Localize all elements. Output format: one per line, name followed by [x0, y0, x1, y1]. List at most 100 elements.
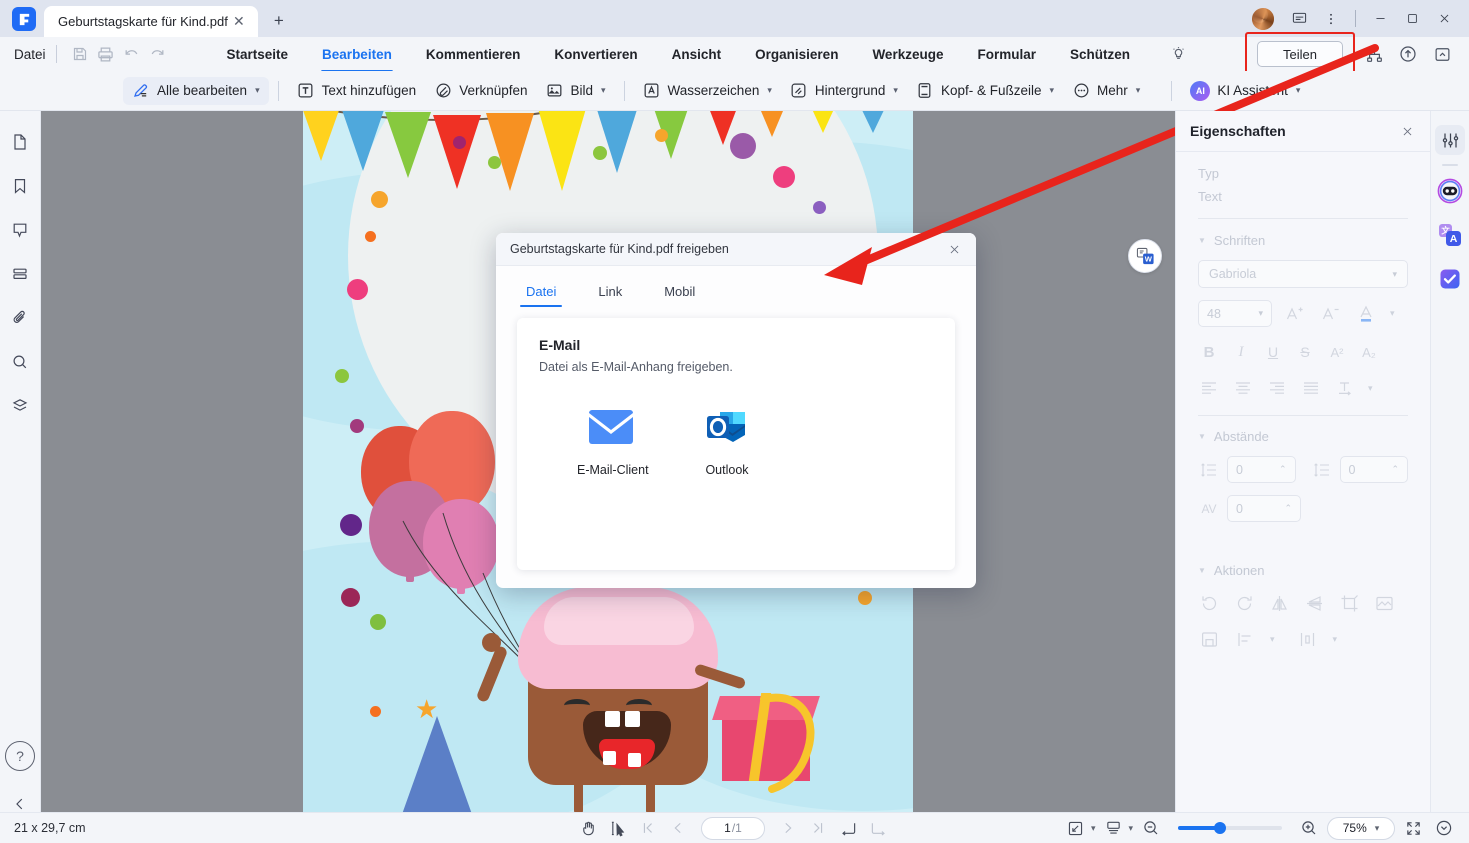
chevron-down-icon[interactable]: ▾ [1368, 383, 1373, 394]
page-thumbnails-icon[interactable] [5, 127, 35, 157]
section-aktionen[interactable]: ▼ Aktionen [1198, 563, 1408, 578]
properties-sliders-icon[interactable] [1435, 125, 1465, 155]
decrease-font-icon[interactable] [1318, 301, 1344, 327]
page-number-input[interactable]: 1 /1 [701, 816, 765, 840]
ribbon-text-hinzufuegen[interactable]: Text hinzufügen [288, 77, 426, 105]
ribbon-bild[interactable]: Bild ▾ [537, 77, 615, 105]
ribbon-ki-assistent[interactable]: AI KI Assistent ▾ [1181, 76, 1309, 106]
ai-robot-icon[interactable] [1437, 177, 1464, 204]
font-size-select[interactable]: 48 ▾ [1198, 300, 1272, 327]
bookmark-icon[interactable] [5, 171, 35, 201]
ribbon-mehr[interactable]: Mehr ▾ [1063, 77, 1149, 105]
close-icon[interactable] [1396, 120, 1418, 142]
ribbon-kopf-fusszeile[interactable]: Kopf- & Fußzeile ▾ [907, 77, 1063, 105]
flip-vertical-icon[interactable] [1303, 592, 1325, 614]
menu-item-kommentieren[interactable]: Kommentieren [409, 43, 538, 66]
font-color-icon[interactable] [1354, 301, 1380, 327]
prev-page-icon[interactable] [665, 816, 691, 840]
translate-icon[interactable]: 文 A [1437, 221, 1464, 248]
zoom-in-icon[interactable] [1296, 816, 1322, 840]
share-dialog[interactable]: Geburtstagskarte für Kind.pdf freigeben … [496, 233, 976, 588]
zoom-slider-handle[interactable] [1214, 822, 1226, 834]
page-layout-icon[interactable] [865, 816, 891, 840]
dialog-tab-link[interactable]: Link [592, 280, 628, 303]
text-direction-icon[interactable] [1334, 377, 1356, 399]
align-justify-icon[interactable] [1300, 377, 1322, 399]
rotate-right-icon[interactable] [1233, 592, 1255, 614]
menu-item-bearbeiten[interactable]: Bearbeiten [305, 43, 409, 73]
last-page-icon[interactable] [805, 816, 831, 840]
ribbon-hintergrund[interactable]: Hintergrund ▾ [781, 77, 907, 105]
cloud-upload-icon[interactable] [1393, 40, 1423, 68]
subscript-icon[interactable]: A₂ [1358, 341, 1380, 363]
crop-icon[interactable] [1338, 592, 1360, 614]
dialog-tab-datei[interactable]: Datei [520, 280, 563, 307]
align-right-icon[interactable] [1266, 377, 1288, 399]
view-mode-control[interactable]: ▾ [1100, 816, 1133, 840]
chevron-down-circle-icon[interactable] [1431, 816, 1457, 840]
menu-item-schuetzen[interactable]: Schützen [1053, 43, 1147, 66]
checklist-icon[interactable] [1437, 265, 1464, 292]
ribbon-wasserzeichen[interactable]: Wasserzeichen ▾ [634, 77, 781, 105]
strikethrough-icon[interactable]: S [1294, 341, 1316, 363]
zoom-slider[interactable] [1178, 822, 1282, 834]
rotate-left-icon[interactable] [1198, 592, 1220, 614]
next-page-icon[interactable] [775, 816, 801, 840]
replace-image-icon[interactable] [1373, 592, 1395, 614]
hand-tool-icon[interactable] [575, 816, 601, 840]
share-app-email-client[interactable]: E-Mail-Client [577, 404, 649, 477]
undo-icon[interactable] [119, 42, 145, 66]
more-vertical-icon[interactable] [1316, 6, 1346, 32]
zoom-out-icon[interactable] [1138, 816, 1164, 840]
share-button[interactable]: Teilen [1257, 41, 1343, 67]
attachment-icon[interactable] [5, 303, 35, 333]
feedback-icon[interactable] [1284, 6, 1314, 32]
collapse-ribbon-icon[interactable] [1427, 40, 1457, 68]
align-objects-icon[interactable] [1234, 628, 1256, 650]
paragraph-spacing-input[interactable]: 0 ⌃ [1339, 456, 1408, 483]
menu-item-formular[interactable]: Formular [960, 43, 1053, 66]
stamp-layers-icon[interactable] [5, 391, 35, 421]
font-family-select[interactable]: Gabriola ▾ [1198, 260, 1408, 288]
bold-icon[interactable]: B [1198, 341, 1220, 363]
menu-item-werkzeuge[interactable]: Werkzeuge [855, 43, 960, 66]
avatar[interactable] [1252, 7, 1274, 30]
scroll-mode-icon[interactable] [835, 816, 861, 840]
share-network-icon[interactable] [1359, 40, 1389, 68]
menu-item-organisieren[interactable]: Organisieren [738, 43, 855, 66]
chevron-down-icon[interactable]: ▾ [1390, 308, 1395, 319]
dialog-tab-mobil[interactable]: Mobil [658, 280, 701, 303]
section-schriften[interactable]: ▼ Schriften [1198, 233, 1408, 248]
underline-icon[interactable]: U [1262, 341, 1284, 363]
zoom-level-select[interactable]: 75% ▾ [1327, 816, 1395, 840]
print-icon[interactable] [93, 42, 119, 66]
increase-font-icon[interactable] [1282, 301, 1308, 327]
help-icon[interactable]: ? [5, 741, 35, 771]
chevron-down-icon[interactable]: ▾ [1333, 634, 1338, 645]
close-icon[interactable] [942, 237, 966, 261]
select-tool-icon[interactable] [605, 816, 631, 840]
stepper-icon[interactable]: ⌃ [1391, 464, 1399, 475]
ribbon-alle-bearbeiten[interactable]: Alle bearbeiten ▾ [123, 76, 269, 105]
comment-icon[interactable] [5, 215, 35, 245]
stepper-icon[interactable]: ⌃ [1284, 503, 1292, 514]
fit-page-control[interactable]: ▾ [1063, 816, 1095, 840]
share-app-outlook[interactable]: Outlook [693, 404, 761, 477]
close-button[interactable] [1429, 7, 1459, 31]
align-center-icon[interactable] [1232, 377, 1254, 399]
pdf-app-logo[interactable] [12, 7, 36, 31]
ribbon-verknuepfen[interactable]: Verknüpfen [425, 77, 536, 105]
lightbulb-icon[interactable] [1165, 42, 1191, 66]
minimize-button[interactable] [1365, 7, 1395, 31]
italic-icon[interactable]: I [1230, 341, 1252, 363]
maximize-button[interactable] [1397, 7, 1427, 31]
new-tab-icon[interactable]: + [268, 10, 290, 32]
search-icon[interactable] [5, 347, 35, 377]
section-abstaende[interactable]: ▼ Abstände [1198, 429, 1408, 444]
menu-item-ansicht[interactable]: Ansicht [655, 43, 739, 66]
distribute-objects-icon[interactable] [1297, 628, 1319, 650]
flip-horizontal-icon[interactable] [1268, 592, 1290, 614]
char-spacing-input[interactable]: 0 ⌃ [1227, 495, 1301, 522]
save-icon[interactable] [67, 42, 93, 66]
menu-item-startseite[interactable]: Startseite [210, 43, 306, 66]
